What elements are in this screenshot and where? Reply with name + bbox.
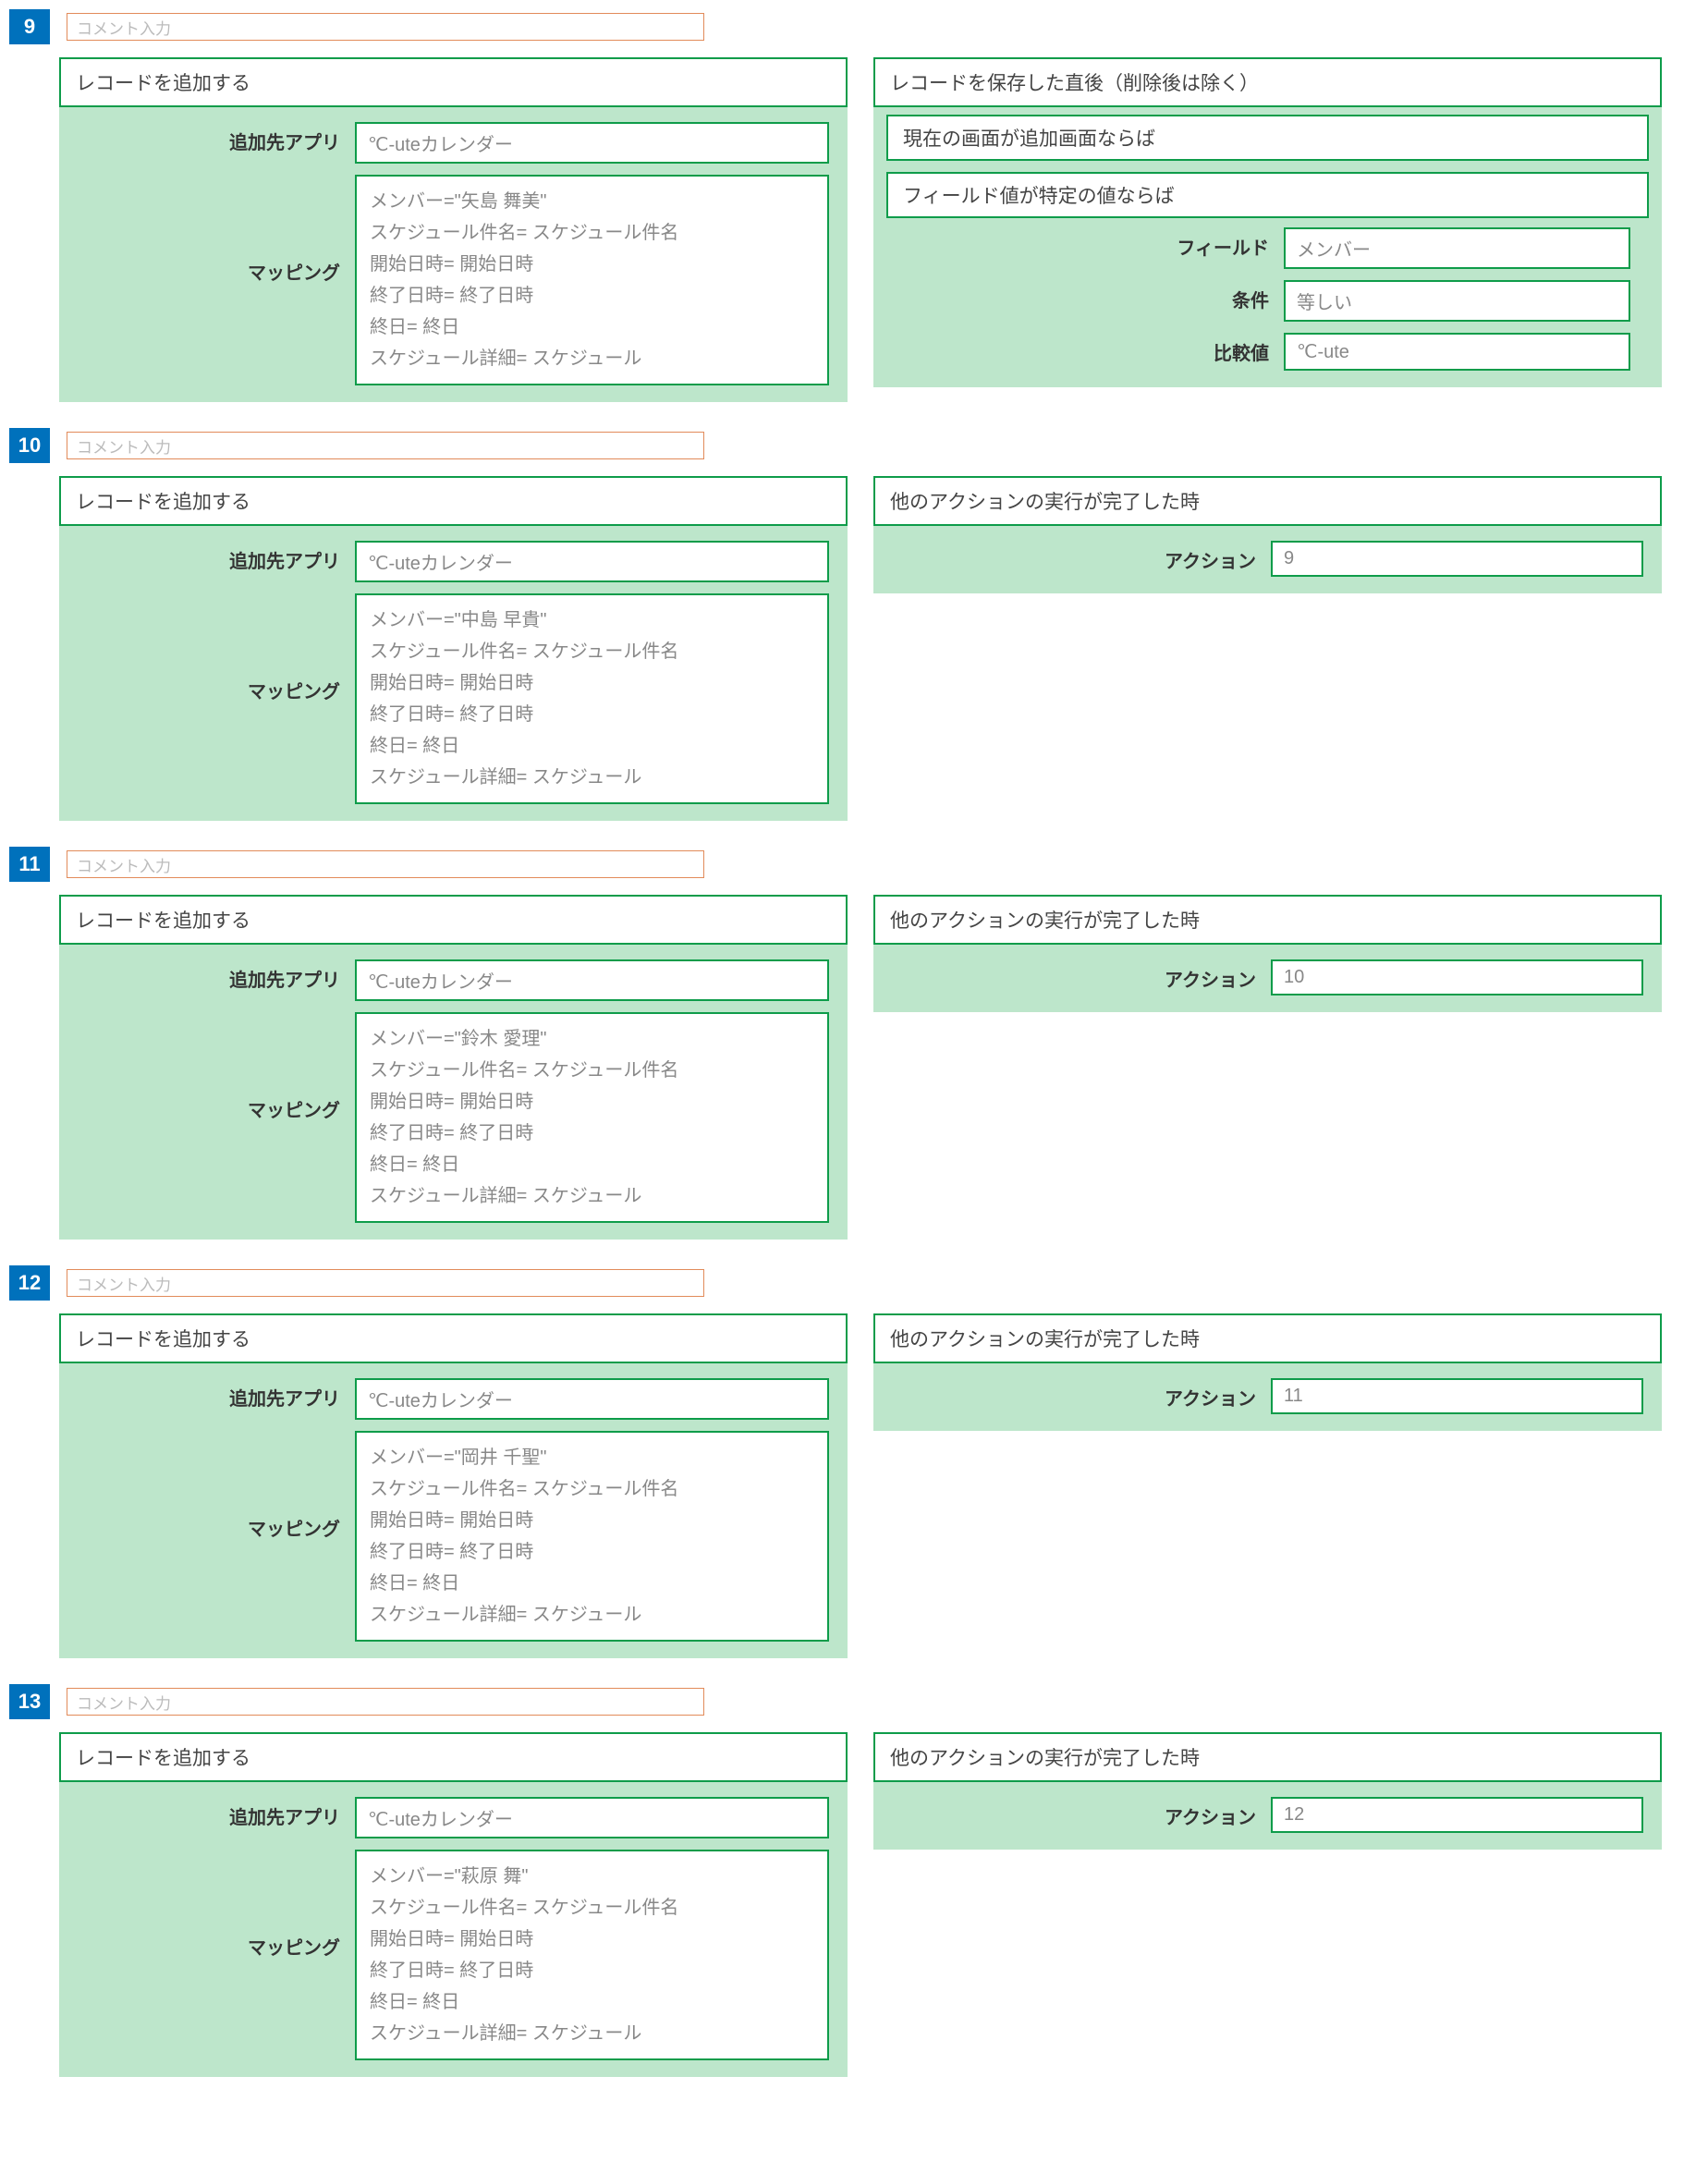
cond-field-label: フィールド (905, 227, 1284, 260)
condition-title-1: 他のアクションの実行が完了した時 (873, 476, 1662, 526)
mapping-value[interactable]: メンバー="萩原 舞" スケジュール件名= スケジュール件名 開始日時= 開始日… (355, 1850, 829, 2060)
add-app-value[interactable]: ℃-uteカレンダー (355, 1797, 829, 1838)
cond-op-label: 条件 (905, 280, 1284, 312)
rule-number-badge: 13 (9, 1684, 50, 1719)
add-app-value[interactable]: ℃-uteカレンダー (355, 541, 829, 582)
cond-action-label: アクション (892, 1378, 1271, 1411)
add-app-label: 追加先アプリ (78, 122, 355, 154)
condition-title-2: 現在の画面が追加画面ならば (886, 115, 1649, 161)
action-title: レコードを追加する (59, 57, 848, 107)
comment-input[interactable]: コメント入力 (67, 432, 704, 459)
mapping-label: マッピング (78, 1012, 355, 1122)
comment-input[interactable]: コメント入力 (67, 1269, 704, 1297)
cond-action-value[interactable]: 12 (1271, 1797, 1643, 1833)
cond-action-label: アクション (892, 959, 1271, 992)
cond-action-value[interactable]: 10 (1271, 959, 1643, 995)
action-title: レコードを追加する (59, 1732, 848, 1782)
action-title: レコードを追加する (59, 895, 848, 945)
cond-op-value[interactable]: 等しい (1284, 280, 1630, 322)
add-app-label: 追加先アプリ (78, 1378, 355, 1411)
condition-title-3: フィールド値が特定の値ならば (886, 172, 1649, 218)
cond-action-label: アクション (892, 1797, 1271, 1829)
mapping-value[interactable]: メンバー="鈴木 愛理" スケジュール件名= スケジュール件名 開始日時= 開始… (355, 1012, 829, 1223)
action-title: レコードを追加する (59, 476, 848, 526)
cond-action-label: アクション (892, 541, 1271, 573)
condition-title-1: 他のアクションの実行が完了した時 (873, 1732, 1662, 1782)
mapping-value[interactable]: メンバー="中島 早貴" スケジュール件名= スケジュール件名 開始日時= 開始… (355, 593, 829, 804)
mapping-label: マッピング (78, 1850, 355, 1960)
mapping-value[interactable]: メンバー="岡井 千聖" スケジュール件名= スケジュール件名 開始日時= 開始… (355, 1431, 829, 1642)
comment-input[interactable]: コメント入力 (67, 850, 704, 878)
comment-input[interactable]: コメント入力 (67, 13, 704, 41)
mapping-label: マッピング (78, 593, 355, 703)
add-app-label: 追加先アプリ (78, 1797, 355, 1829)
rule-number-badge: 10 (9, 428, 50, 463)
rule-number-badge: 11 (9, 847, 50, 882)
add-app-value[interactable]: ℃-uteカレンダー (355, 959, 829, 1001)
cond-compare-label: 比較値 (905, 333, 1284, 365)
mapping-label: マッピング (78, 175, 355, 285)
add-app-value[interactable]: ℃-uteカレンダー (355, 122, 829, 164)
add-app-label: 追加先アプリ (78, 959, 355, 992)
cond-field-value[interactable]: メンバー (1284, 227, 1630, 269)
condition-title-1: 他のアクションの実行が完了した時 (873, 1313, 1662, 1363)
action-title: レコードを追加する (59, 1313, 848, 1363)
cond-action-value[interactable]: 11 (1271, 1378, 1643, 1414)
add-app-label: 追加先アプリ (78, 541, 355, 573)
cond-compare-value[interactable]: ℃-ute (1284, 333, 1630, 371)
rule-number-badge: 12 (9, 1265, 50, 1301)
condition-title-1: レコードを保存した直後（削除後は除く） (873, 57, 1662, 107)
cond-action-value[interactable]: 9 (1271, 541, 1643, 577)
comment-input[interactable]: コメント入力 (67, 1688, 704, 1716)
mapping-label: マッピング (78, 1431, 355, 1541)
add-app-value[interactable]: ℃-uteカレンダー (355, 1378, 829, 1420)
rule-number-badge: 9 (9, 9, 50, 44)
mapping-value[interactable]: メンバー="矢島 舞美" スケジュール件名= スケジュール件名 開始日時= 開始… (355, 175, 829, 385)
condition-title-1: 他のアクションの実行が完了した時 (873, 895, 1662, 945)
